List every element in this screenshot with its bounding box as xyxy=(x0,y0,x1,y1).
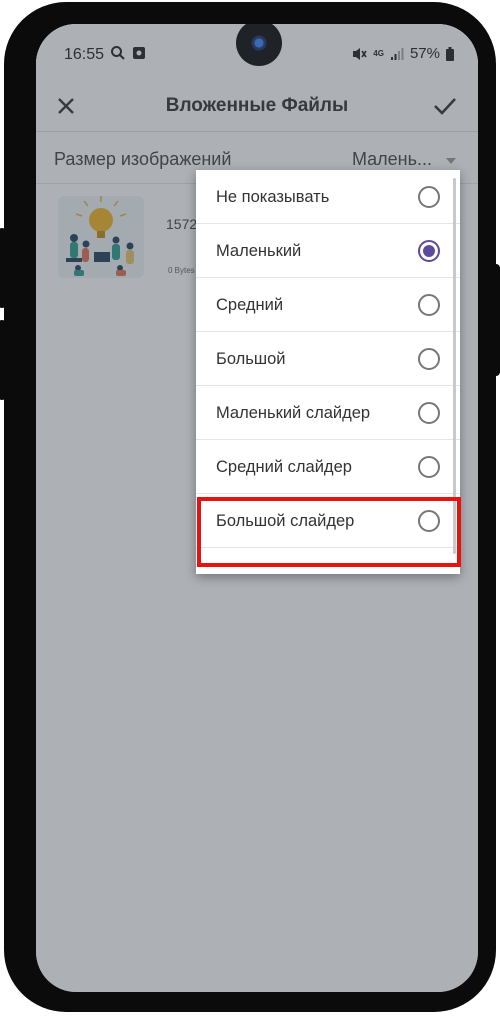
radio-button[interactable] xyxy=(418,348,440,370)
radio-button[interactable] xyxy=(418,186,440,208)
power-button xyxy=(0,320,6,400)
menu-item-small[interactable]: Маленький xyxy=(196,224,460,278)
menu-item-hide[interactable]: Не показывать xyxy=(196,170,460,224)
radio-button[interactable] xyxy=(418,402,440,424)
menu-item-label: Маленький слайдер xyxy=(216,404,371,422)
radio-button-selected[interactable] xyxy=(418,240,440,262)
radio-button[interactable] xyxy=(418,294,440,316)
menu-item-medium-slider[interactable]: Средний слайдер xyxy=(196,440,460,494)
menu-item-label: Средний xyxy=(216,296,284,314)
menu-item-label: Маленький xyxy=(216,242,302,260)
menu-item-label: Средний слайдер xyxy=(216,458,352,476)
volume-button xyxy=(0,228,6,308)
menu-item-small-slider[interactable]: Маленький слайдер xyxy=(196,386,460,440)
menu-item-medium[interactable]: Средний xyxy=(196,278,460,332)
menu-item-large[interactable]: Большой xyxy=(196,332,460,386)
radio-button[interactable] xyxy=(418,456,440,478)
menu-item-label: Не показывать xyxy=(216,188,330,206)
highlight-box xyxy=(197,497,461,567)
side-button-right xyxy=(492,264,500,376)
menu-item-label: Большой xyxy=(216,350,286,368)
